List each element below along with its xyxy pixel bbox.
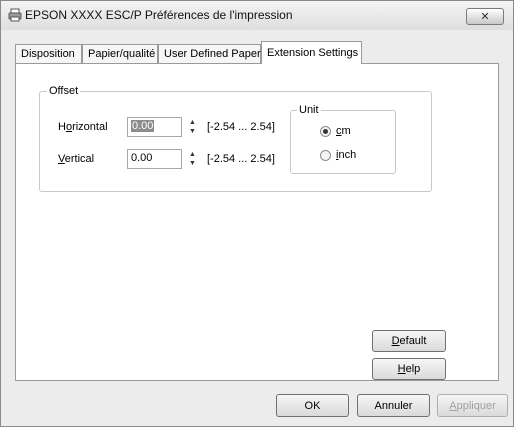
tab-disposition[interactable]: Disposition: [15, 44, 82, 63]
unit-inch-label: inch: [336, 149, 357, 161]
vertical-range: [-2.54 ... 2.54]: [207, 153, 275, 165]
printer-icon: [8, 8, 22, 22]
spin-down-icon[interactable]: ▼: [189, 160, 196, 167]
vertical-spinner[interactable]: ▲ ▼: [187, 149, 199, 169]
offset-group-label: Offset: [47, 85, 81, 97]
spin-down-icon[interactable]: ▼: [189, 128, 196, 135]
annuler-button[interactable]: Annuler: [357, 394, 430, 417]
ok-button[interactable]: OK: [276, 394, 349, 417]
default-button[interactable]: Default: [372, 330, 446, 352]
unit-inch-option[interactable]: inch: [320, 149, 380, 164]
vertical-label: Vertical: [58, 153, 95, 165]
tab-user-defined-paper[interactable]: User Defined Paper: [158, 44, 261, 63]
tab-papier-qualite[interactable]: Papier/qualité: [82, 44, 158, 63]
tab-label: Extension Settings: [267, 47, 359, 59]
radio-checked-icon[interactable]: [320, 126, 331, 137]
unit-group: Unit cm inch: [290, 104, 396, 174]
tab-label: User Defined Paper: [164, 48, 261, 60]
window-title: EPSON XXXX ESC/P Préférences de l'impres…: [25, 8, 293, 22]
radio-unchecked-icon[interactable]: [320, 150, 331, 161]
vertical-offset-input[interactable]: 0.00: [127, 149, 182, 169]
title-bar: EPSON XXXX ESC/P Préférences de l'impres…: [1, 1, 513, 30]
ok-label: OK: [304, 399, 321, 412]
tab-label: Disposition: [21, 48, 75, 60]
vertical-value: 0.00: [131, 152, 153, 164]
tab-panel: Offset Horizontal 0.00 ▲ ▼ [-2.54 ... 2.…: [15, 63, 499, 381]
offset-group: Offset Horizontal 0.00 ▲ ▼ [-2.54 ... 2.…: [39, 85, 432, 192]
unit-cm-option[interactable]: cm: [320, 125, 380, 140]
spin-up-icon[interactable]: ▲: [189, 119, 196, 126]
unit-group-label: Unit: [297, 104, 321, 116]
tab-extension-settings[interactable]: Extension Settings: [261, 41, 362, 64]
tab-label: Papier/qualité: [88, 48, 156, 60]
horizontal-range: [-2.54 ... 2.54]: [207, 121, 275, 133]
horizontal-label: Horizontal: [58, 121, 108, 133]
spin-up-icon[interactable]: ▲: [189, 151, 196, 158]
help-button[interactable]: Help: [372, 358, 446, 380]
horizontal-offset-input[interactable]: 0.00: [127, 117, 182, 137]
print-preferences-dialog: EPSON XXXX ESC/P Préférences de l'impres…: [0, 0, 514, 427]
close-button[interactable]: ✕: [466, 8, 504, 25]
horizontal-spinner[interactable]: ▲ ▼: [187, 117, 199, 137]
unit-cm-label: cm: [336, 125, 351, 137]
appliquer-button[interactable]: Appliquer: [437, 394, 508, 417]
horizontal-value: 0.00: [131, 120, 155, 132]
annuler-label: Annuler: [374, 399, 413, 412]
close-icon: ✕: [480, 11, 490, 23]
